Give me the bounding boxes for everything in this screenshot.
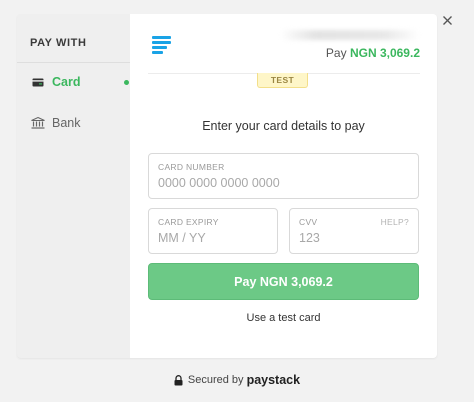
merchant-logo-icon (152, 36, 171, 56)
form-instruction: Enter your card details to pay (202, 119, 365, 133)
sidebar-item-label: Bank (52, 116, 81, 130)
customer-email-redacted (280, 30, 420, 40)
card-expiry-input[interactable] (158, 231, 268, 245)
payment-method-sidebar: PAY WITH Card Bank (17, 14, 130, 358)
sidebar-divider (17, 62, 130, 63)
card-number-input[interactable] (158, 176, 409, 190)
lock-icon (174, 374, 183, 386)
card-icon (31, 78, 45, 87)
sidebar-item-label: Card (52, 75, 81, 89)
secured-footer: Secured by paystack (0, 373, 474, 387)
sidebar-item-card[interactable]: Card (17, 64, 130, 100)
bank-icon (31, 117, 45, 129)
active-indicator (124, 80, 129, 85)
cvv-field[interactable]: CVV HELP? (289, 208, 419, 254)
card-number-label: CARD NUMBER (158, 162, 225, 172)
test-mode-badge: TEST (257, 73, 308, 88)
amount-summary: Pay NGN 3,069.2 (326, 46, 420, 60)
card-number-field[interactable]: CARD NUMBER (148, 153, 419, 199)
cvv-label: CVV (299, 217, 318, 227)
secured-by-text: Secured by (187, 374, 244, 386)
amount-value: NGN 3,069.2 (349, 46, 420, 60)
pay-with-heading: PAY WITH (30, 37, 87, 49)
card-expiry-field[interactable]: CARD EXPIRY (148, 208, 278, 254)
card-expiry-label: CARD EXPIRY (158, 217, 219, 227)
pay-button[interactable]: Pay NGN 3,069.2 (148, 263, 419, 300)
sidebar-item-bank[interactable]: Bank (17, 105, 130, 141)
use-test-card-link[interactable]: Use a test card (130, 312, 437, 324)
cvv-input[interactable] (299, 231, 409, 245)
pay-prefix: Pay (325, 46, 347, 60)
cvv-help-link[interactable]: HELP? (381, 217, 409, 227)
payment-panel: Pay NGN 3,069.2 TEST Enter your card det… (130, 14, 437, 358)
close-icon[interactable] (441, 14, 453, 26)
paystack-brand: paystack (246, 373, 301, 387)
checkout-modal: PAY WITH Card Bank Pay NGN 3,069.2 TEST … (17, 14, 437, 358)
